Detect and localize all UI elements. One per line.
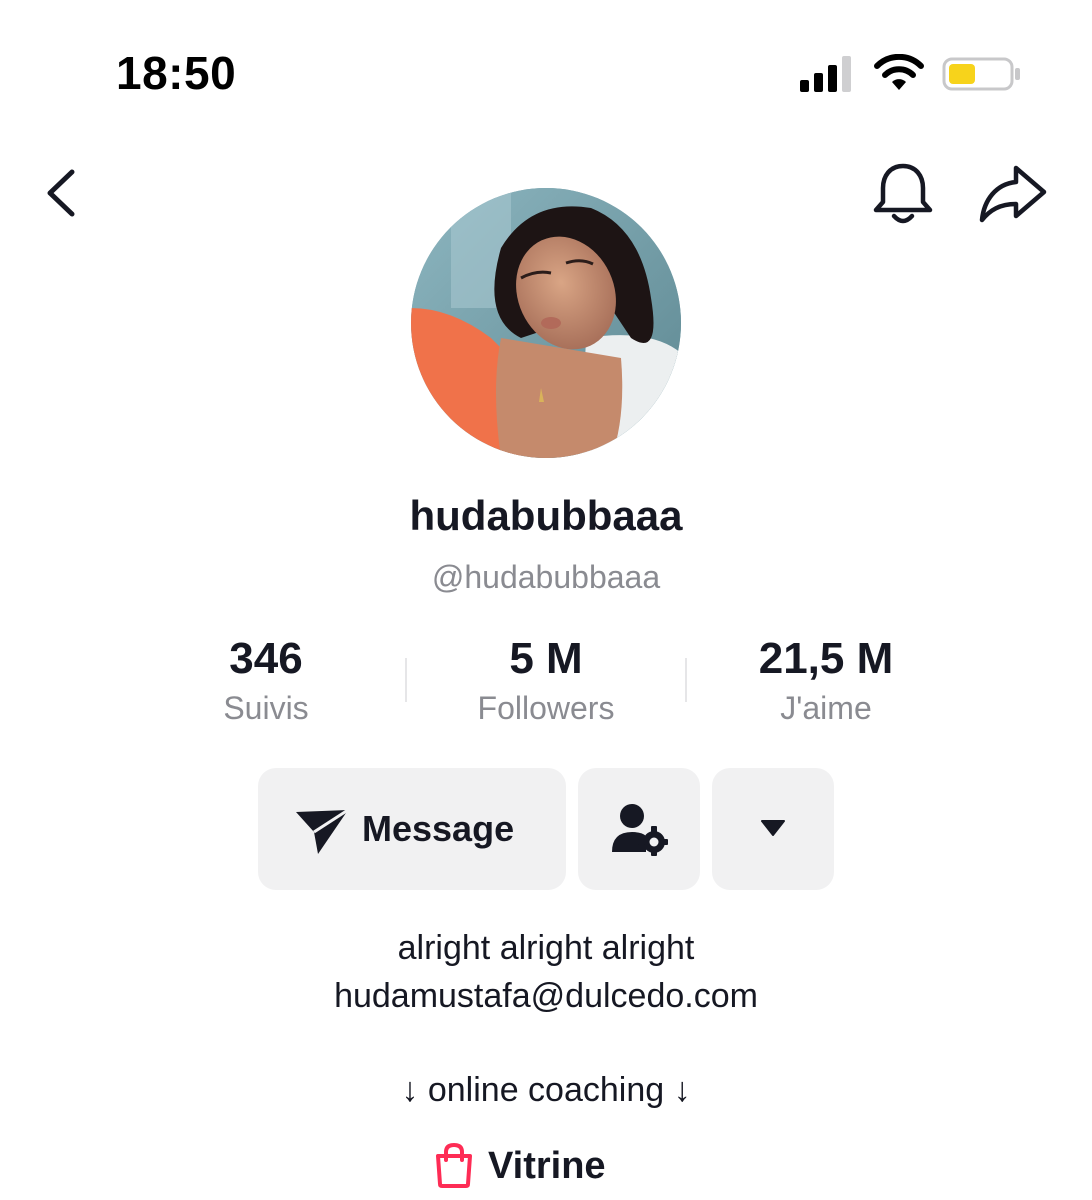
battery-icon xyxy=(942,57,1020,91)
avatar-photo xyxy=(411,188,681,458)
display-name: hudabubbaaa xyxy=(409,492,683,539)
stat-followers[interactable]: 5 M Followers xyxy=(406,632,686,728)
bio-line: ↓ online coaching ↓ xyxy=(401,1071,691,1109)
notification-bell-button[interactable] xyxy=(868,158,938,230)
bio-line: alright alright alright xyxy=(397,929,695,967)
friend-settings-button[interactable] xyxy=(578,768,700,890)
cellular-signal-icon xyxy=(800,56,851,92)
caret-down-icon xyxy=(761,820,785,836)
more-options-button[interactable] xyxy=(712,768,834,890)
stat-value: 21,5 M xyxy=(758,634,894,683)
shopping-bag-icon xyxy=(436,1142,472,1188)
user-gear-icon xyxy=(612,804,668,856)
paper-plane-icon xyxy=(296,808,349,854)
status-time: 18:50 xyxy=(116,47,237,99)
share-arrow-icon xyxy=(979,165,1047,223)
bell-icon xyxy=(873,163,933,224)
vitrine-label: Vitrine xyxy=(488,1145,606,1187)
avatar[interactable] xyxy=(411,188,681,458)
chevron-left-icon xyxy=(47,169,75,217)
message-button[interactable]: Message xyxy=(258,768,566,890)
stat-following[interactable]: 346 Suivis xyxy=(126,632,406,728)
wifi-icon xyxy=(874,54,924,90)
stat-label: Suivis xyxy=(223,690,309,726)
stat-value: 346 xyxy=(229,634,303,683)
message-label: Message xyxy=(362,808,515,849)
back-button[interactable] xyxy=(36,162,92,224)
share-button[interactable] xyxy=(976,160,1050,228)
stat-value: 5 M xyxy=(509,634,583,683)
username: @hudabubbaaa xyxy=(431,559,661,595)
stat-label: Followers xyxy=(477,690,615,726)
bio-email[interactable]: hudamustafa@dulcedo.com xyxy=(0,974,1092,1018)
stat-label: J'aime xyxy=(780,690,872,726)
stat-likes[interactable]: 21,5 M J'aime xyxy=(686,632,966,728)
